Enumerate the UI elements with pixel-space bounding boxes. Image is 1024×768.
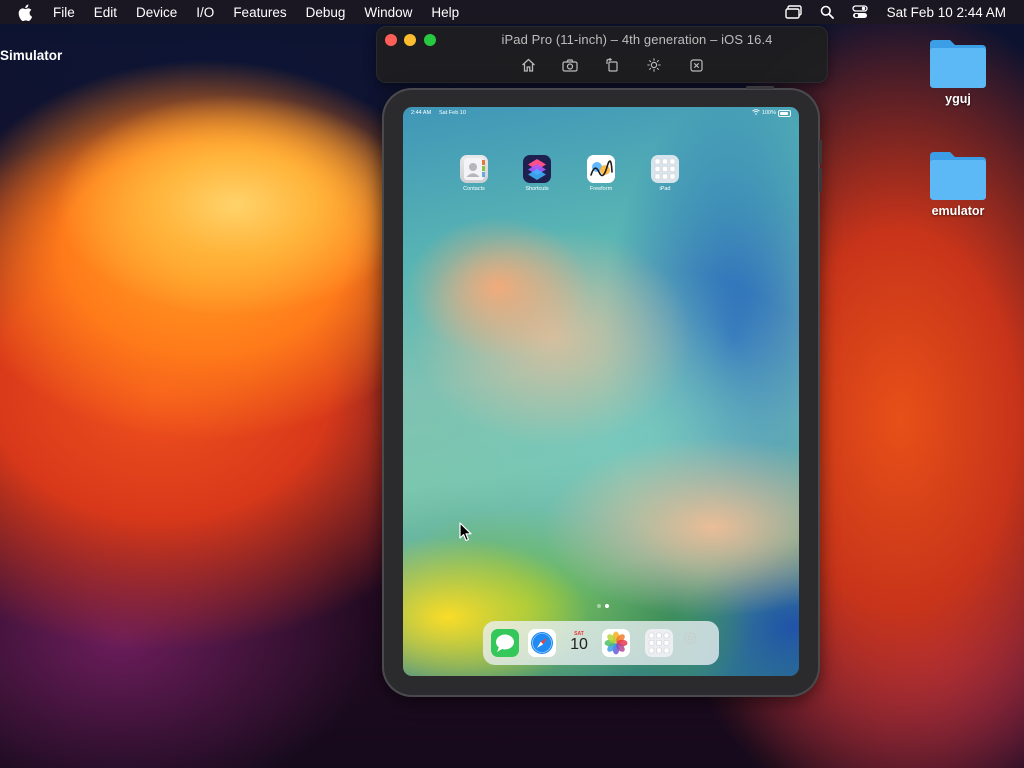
home-icon[interactable]: [520, 57, 536, 73]
spotlight-search-icon[interactable]: [818, 4, 836, 20]
volume-up-button[interactable]: [819, 140, 822, 164]
battery-icon: [778, 109, 791, 117]
calendar-icon[interactable]: SAT 10: [565, 629, 593, 657]
shortcuts-icon: [523, 155, 551, 183]
app-freeform[interactable]: Freeform: [581, 155, 621, 192]
photos-icon[interactable]: [602, 629, 630, 657]
recent-app-icon[interactable]: [681, 629, 709, 657]
dock: SAT 10: [483, 621, 719, 665]
rotate-icon[interactable]: [604, 57, 620, 73]
volume-down-button[interactable]: [819, 168, 822, 192]
menu-bar: Simulator File Edit Device I/O Features …: [0, 0, 1024, 63]
menu-file[interactable]: File: [53, 5, 75, 20]
app-label-ipad: iPad: [659, 186, 671, 192]
app-label-freeform: Freeform: [589, 186, 613, 192]
app-shortcuts[interactable]: Shortcuts: [517, 155, 557, 192]
mouse-pointer-icon: [459, 522, 473, 542]
safari-icon[interactable]: [528, 629, 556, 657]
menu-features[interactable]: Features: [233, 5, 286, 20]
folder-ipad-icon: [651, 155, 679, 183]
control-center-icon[interactable]: [851, 4, 869, 20]
ios-status-bar: 2:44 AM Sat Feb 10 100%: [403, 109, 799, 119]
menu-help[interactable]: Help: [431, 5, 459, 20]
freeform-icon: [587, 155, 615, 183]
app-library-icon[interactable]: [645, 629, 673, 657]
page-indicator[interactable]: [595, 604, 611, 608]
messages-icon[interactable]: [491, 629, 519, 657]
simulator-toolbar: [377, 57, 827, 73]
top-button[interactable]: [746, 86, 774, 89]
menu-app-simulator[interactable]: Simulator: [0, 48, 62, 63]
ipad-screen[interactable]: 2:44 AM Sat Feb 10 100% Contacts Shortcu…: [403, 107, 799, 676]
ipad-device-frame: 2:44 AM Sat Feb 10 100% Contacts Shortcu…: [382, 86, 822, 697]
calendar-date-label: 10: [570, 636, 588, 653]
menu-device[interactable]: Device: [136, 5, 177, 20]
menu-window[interactable]: Window: [364, 5, 412, 20]
simulator-window-title: iPad Pro (11-inch) – 4th generation – iO…: [501, 32, 773, 47]
menu-io[interactable]: I/O: [196, 5, 214, 20]
app-label-shortcuts: Shortcuts: [525, 186, 549, 192]
menu-edit[interactable]: Edit: [94, 5, 117, 20]
menu-debug[interactable]: Debug: [306, 5, 346, 20]
simulator-window-titlebar[interactable]: iPad Pro (11-inch) – 4th generation – iO…: [376, 26, 828, 83]
close-window-icon[interactable]: [688, 57, 704, 73]
wifi-icon: [752, 109, 760, 117]
ios-status-date: Sat Feb 10: [439, 110, 466, 116]
page-dot-1[interactable]: [597, 604, 601, 608]
desktop-folder-yguj[interactable]: yguj: [918, 38, 998, 106]
folder-label-yguj: yguj: [945, 92, 971, 106]
appearance-icon[interactable]: [646, 57, 662, 73]
screenshot-icon[interactable]: [562, 57, 578, 73]
ios-status-time: 2:44 AM: [411, 110, 432, 116]
desktop-folder-emulator[interactable]: emulator: [918, 150, 998, 218]
folder-icon: [928, 150, 988, 200]
folder-label-emulator: emulator: [931, 204, 985, 218]
battery-percent: 100%: [761, 110, 776, 116]
app-folder-ipad[interactable]: iPad: [645, 155, 685, 192]
contacts-icon: [460, 155, 488, 183]
menubar-clock[interactable]: Sat Feb 10 2:44 AM: [887, 5, 1006, 20]
app-contacts[interactable]: Contacts: [454, 155, 494, 192]
app-label-contacts: Contacts: [463, 186, 485, 192]
page-dot-2[interactable]: [605, 604, 609, 608]
apple-menu-icon[interactable]: [18, 3, 34, 21]
folder-icon: [928, 38, 988, 88]
screen-mirroring-icon[interactable]: [784, 4, 803, 20]
